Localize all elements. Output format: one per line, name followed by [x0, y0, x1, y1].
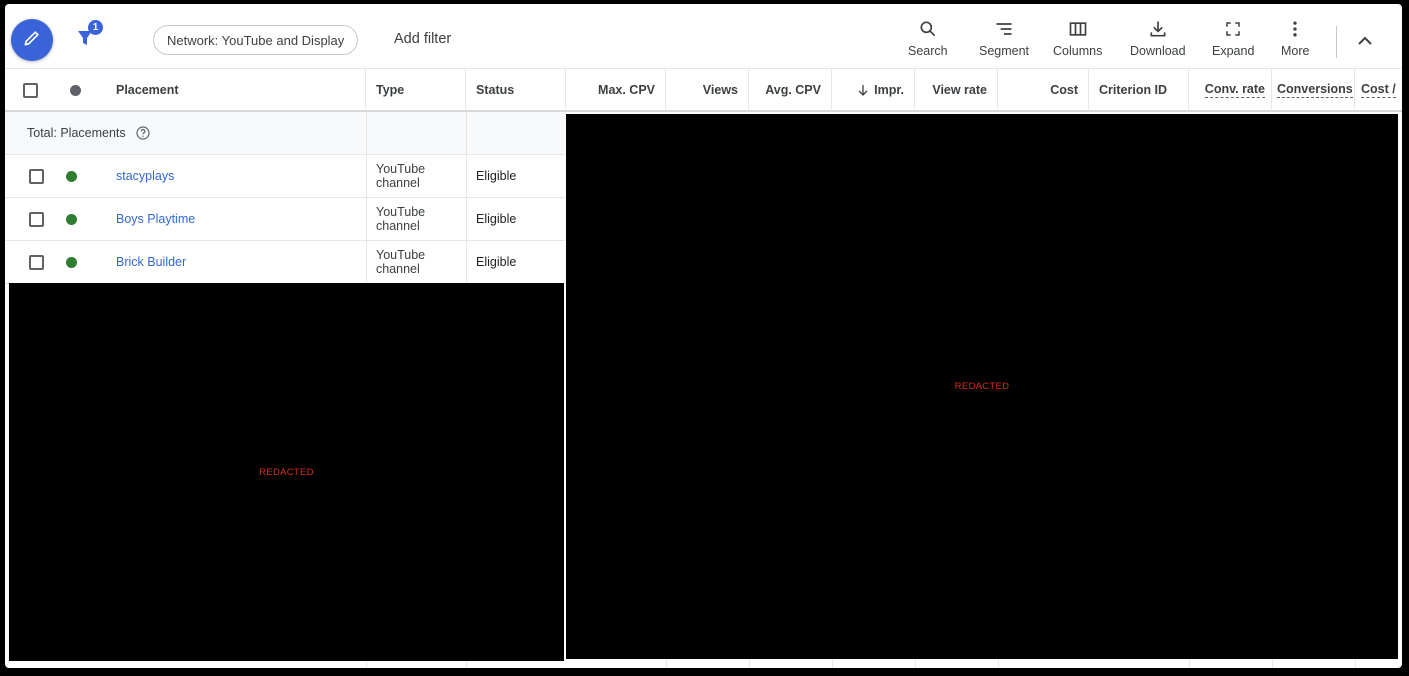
- status-eligible-dot-icon: [66, 256, 77, 268]
- column-divider: [832, 659, 833, 668]
- table-row: Brick Builder YouTube channel Eligible: [5, 241, 565, 284]
- columns-button[interactable]: Columns: [1053, 18, 1102, 64]
- column-divider: [1355, 659, 1356, 668]
- column-divider: [1272, 659, 1273, 668]
- column-divider: [1189, 659, 1190, 668]
- collapse-toolbar-button[interactable]: [1353, 30, 1377, 50]
- column-header-max-cpv[interactable]: Max. CPV: [566, 69, 666, 111]
- column-header-cost[interactable]: Cost: [998, 69, 1089, 111]
- expand-button[interactable]: Expand: [1212, 18, 1254, 64]
- table-header-row: Placement Type Status Max. CPV Views Avg…: [5, 68, 1402, 112]
- status-cell: Eligible: [476, 255, 517, 269]
- expand-icon: [1224, 18, 1242, 40]
- total-label-cell: Total: Placements: [27, 112, 150, 154]
- redacted-region-right: REDACTED: [566, 114, 1398, 659]
- table-toolbar: 1 Network: YouTube and Display Add filte…: [5, 4, 1402, 68]
- column-header-placement[interactable]: Placement: [95, 69, 366, 111]
- status-eligible-dot-icon: [66, 170, 77, 182]
- network-filter-chip[interactable]: Network: YouTube and Display: [153, 25, 359, 55]
- chevron-up-icon: [1353, 36, 1377, 54]
- placement-link[interactable]: stacyplays: [116, 169, 174, 183]
- column-header-views[interactable]: Views: [666, 69, 749, 111]
- download-icon: [1148, 18, 1168, 40]
- type-cell: YouTube channel: [376, 162, 426, 190]
- type-cell: YouTube channel: [376, 248, 426, 276]
- redacted-region-left: REDACTED: [9, 283, 564, 661]
- add-filter-button[interactable]: Add filter: [394, 31, 451, 47]
- status-dot-header: [55, 69, 95, 111]
- app-frame: 1 Network: YouTube and Display Add filte…: [5, 4, 1402, 668]
- search-icon: [918, 18, 938, 40]
- column-header-type[interactable]: Type: [366, 69, 466, 111]
- table-row: stacyplays YouTube channel Eligible: [5, 155, 565, 198]
- status-cell: Eligible: [476, 169, 517, 183]
- status-eligible-dot-icon: [66, 213, 77, 225]
- column-header-conversions[interactable]: Conversions: [1272, 69, 1355, 111]
- column-header-conv-rate[interactable]: Conv. rate: [1189, 69, 1272, 111]
- filter-count-badge: 1: [88, 20, 103, 35]
- pencil-icon: [22, 28, 42, 53]
- download-button[interactable]: Download: [1130, 18, 1186, 64]
- column-header-status[interactable]: Status: [466, 69, 566, 111]
- status-dot-icon: [69, 84, 81, 96]
- help-icon[interactable]: [136, 126, 150, 140]
- column-header-view-rate[interactable]: View rate: [915, 69, 998, 111]
- toolbar-divider: [1336, 26, 1337, 58]
- column-divider: [466, 112, 467, 284]
- column-header-impr[interactable]: Impr.: [832, 69, 915, 111]
- filter-button[interactable]: 1: [77, 20, 107, 52]
- edit-button[interactable]: [11, 19, 53, 61]
- status-cell: Eligible: [476, 212, 517, 226]
- select-all-cell: [5, 69, 55, 111]
- placement-link[interactable]: Boys Playtime: [116, 212, 195, 226]
- column-divider: [998, 659, 999, 668]
- column-divider: [366, 112, 367, 284]
- row-checkbox[interactable]: [29, 254, 44, 270]
- column-header-criterion-id[interactable]: Criterion ID: [1089, 69, 1189, 111]
- more-button[interactable]: More: [1281, 18, 1309, 64]
- total-row: Total: Placements: [5, 112, 565, 155]
- table-row: Boys Playtime YouTube channel Eligible: [5, 198, 565, 241]
- column-divider: [666, 659, 667, 668]
- search-button[interactable]: Search: [908, 18, 948, 64]
- segment-icon: [994, 18, 1014, 40]
- filter-chip-label: Network: YouTube and Display: [167, 32, 345, 48]
- row-checkbox[interactable]: [29, 211, 44, 227]
- placement-link[interactable]: Brick Builder: [116, 255, 186, 269]
- columns-icon: [1068, 18, 1088, 40]
- column-divider: [915, 659, 916, 668]
- column-header-cost-per[interactable]: Cost /: [1355, 69, 1402, 111]
- column-divider: [749, 659, 750, 668]
- sort-descending-icon: [857, 84, 869, 96]
- more-vert-icon: [1285, 18, 1305, 40]
- type-cell: YouTube channel: [376, 205, 426, 233]
- row-checkbox[interactable]: [29, 168, 44, 184]
- segment-button[interactable]: Segment: [979, 18, 1029, 64]
- select-all-checkbox[interactable]: [22, 82, 38, 98]
- column-header-avg-cpv[interactable]: Avg. CPV: [749, 69, 832, 111]
